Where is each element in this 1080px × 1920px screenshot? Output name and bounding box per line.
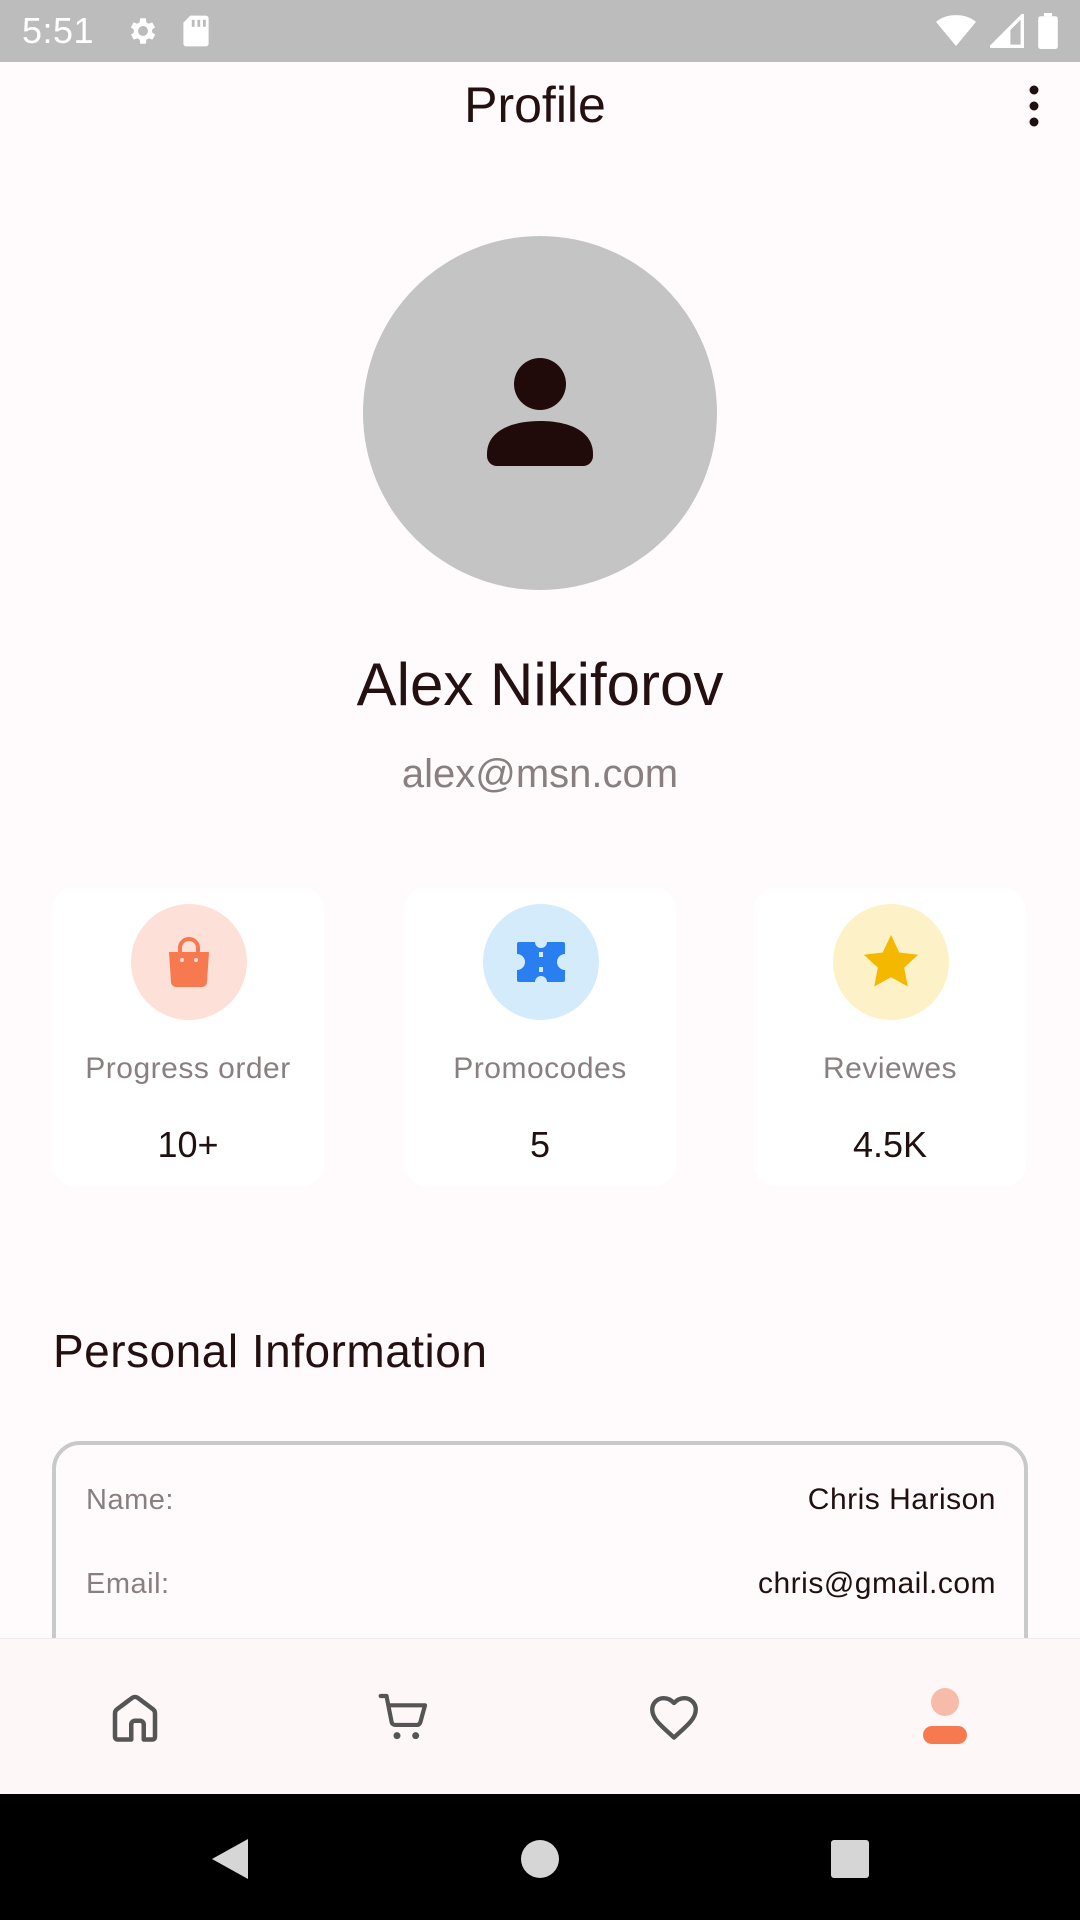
profile-icon [923, 1688, 967, 1744]
stat-card-progress-order[interactable]: Progress order 10+ [52, 888, 324, 1186]
system-recents-button[interactable] [815, 1824, 885, 1894]
info-key: Name: [86, 1483, 174, 1516]
stat-card-reviews[interactable]: Reviewes 4.5K [754, 888, 1026, 1186]
avatar[interactable] [363, 236, 717, 590]
top-app-bar: Profile [0, 62, 1080, 144]
nav-profile-button[interactable] [905, 1677, 985, 1757]
system-navigation-bar [0, 1794, 1080, 1920]
info-row-email: Email: chris@gmail.com [86, 1559, 996, 1609]
info-value: Chris Harison [807, 1483, 996, 1516]
person-icon [487, 358, 593, 466]
ticket-icon [517, 942, 565, 982]
stat-value: 4.5K [852, 1124, 928, 1165]
user-email: alex@msn.com [401, 752, 679, 796]
status-bar: 5:51 [0, 0, 1080, 62]
more-vertical-icon [1029, 85, 1039, 127]
stat-label: Promocodes [453, 1052, 627, 1085]
stat-value: 5 [529, 1124, 551, 1165]
star-icon [863, 934, 919, 987]
back-icon [212, 1839, 248, 1879]
battery-icon [1038, 13, 1058, 49]
recents-icon [831, 1840, 869, 1878]
page-title: Profile [464, 77, 606, 133]
stat-label: Progress order [85, 1052, 291, 1085]
stats-row: Progress order 10+ Promocodes 5 Reviewes… [52, 888, 1028, 1186]
shopping-bag-icon [169, 937, 209, 987]
stat-value: 10+ [157, 1124, 219, 1165]
status-time: 5:51 [22, 10, 95, 51]
more-options-button[interactable] [1006, 76, 1062, 136]
info-value: chris@gmail.com [758, 1567, 996, 1600]
stat-icon-circle [131, 904, 247, 1020]
stat-icon-circle [483, 904, 599, 1020]
sd-card-icon [183, 15, 209, 47]
stat-label: Reviewes [822, 1052, 958, 1085]
home-icon [112, 1694, 158, 1742]
bottom-navigation [0, 1638, 1080, 1794]
info-row-name: Name: Chris Harison [86, 1475, 996, 1525]
wifi-icon [936, 15, 976, 46]
cart-icon [378, 1693, 428, 1740]
heart-icon [650, 1695, 698, 1740]
nav-home-button[interactable] [95, 1677, 175, 1757]
signal-icon [990, 14, 1024, 48]
section-title: Personal Information [53, 1325, 488, 1377]
user-name: Alex Nikiforov [356, 651, 724, 718]
system-home-button[interactable] [505, 1824, 575, 1894]
info-key: Email: [86, 1567, 170, 1600]
nav-favorites-button[interactable] [634, 1677, 714, 1757]
gear-icon [130, 18, 156, 44]
nav-cart-button[interactable] [364, 1677, 444, 1757]
home-circle-icon [521, 1840, 559, 1878]
stat-card-promocodes[interactable]: Promocodes 5 [404, 888, 676, 1186]
stat-icon-circle [833, 904, 949, 1020]
system-back-button[interactable] [195, 1824, 265, 1894]
